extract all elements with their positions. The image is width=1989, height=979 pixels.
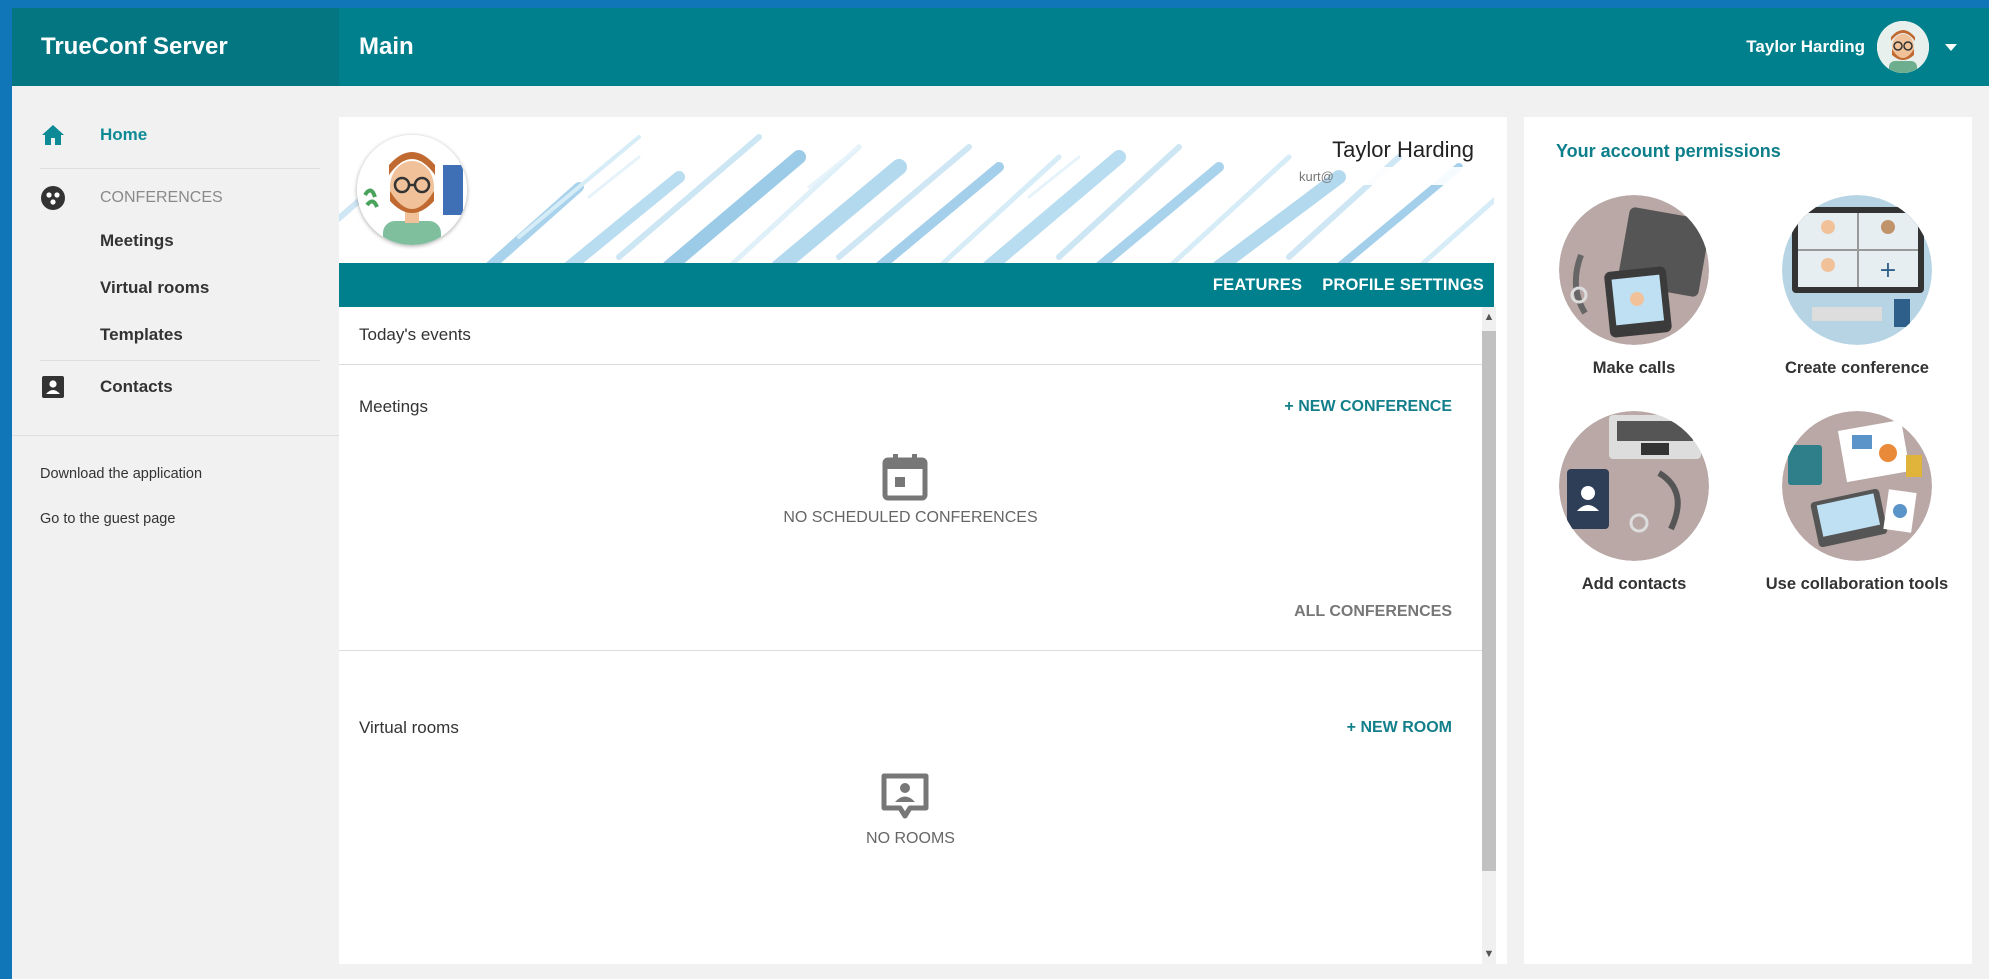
contacts-icon — [40, 374, 66, 400]
divider — [40, 168, 320, 169]
sidebar-section-label: CONFERENCES — [100, 189, 223, 206]
create-conference-illustration: + — [1782, 195, 1932, 345]
sidebar-item-contacts[interactable]: Contacts — [40, 374, 173, 400]
sidebar-item-label: Contacts — [100, 377, 173, 396]
svg-text:+: + — [1879, 258, 1897, 283]
main-card: Taylor Harding kurt@ FEATURES PROFILE SE… — [339, 117, 1507, 964]
avatar-illustration — [357, 135, 467, 245]
events-panel: Today's events Meetings + NEW CONFERENCE… — [339, 307, 1482, 964]
chevron-down-icon[interactable] — [1945, 43, 1957, 51]
avatar[interactable] — [1877, 21, 1929, 73]
permission-collaboration: Use collaboration tools — [1747, 411, 1967, 594]
profile-banner: Taylor Harding kurt@ — [339, 117, 1494, 263]
tab-profile-settings[interactable]: PROFILE SETTINGS — [1322, 276, 1484, 295]
profile-tabbar: FEATURES PROFILE SETTINGS — [339, 263, 1494, 307]
permission-label: Create conference — [1785, 359, 1929, 377]
user-menu[interactable]: Taylor Harding — [1746, 20, 1957, 74]
permission-make-calls: Make calls — [1524, 195, 1744, 378]
divider — [339, 650, 1482, 651]
make-calls-illustration — [1559, 195, 1709, 345]
virtual-rooms-title: Virtual rooms — [359, 718, 459, 737]
collaboration-tools-illustration — [1782, 411, 1932, 561]
sidebar-item-meetings[interactable]: Meetings — [100, 231, 174, 251]
scroll-thumb[interactable] — [1482, 331, 1496, 871]
new-room-button[interactable]: + NEW ROOM — [1347, 719, 1452, 737]
permissions-title: Your account permissions — [1556, 141, 1781, 161]
sidebar-item-virtual-rooms[interactable]: Virtual rooms — [100, 278, 209, 298]
top-bar: TrueConf Server Main Taylor Harding — [12, 8, 1989, 86]
add-contacts-illustration — [1559, 411, 1709, 561]
permissions-card: Your account permissions Make calls + Cr… — [1524, 117, 1972, 964]
scroll-up-icon[interactable]: ▲ — [1482, 309, 1496, 325]
no-conferences-text: NO SCHEDULED CONFERENCES — [783, 509, 1038, 526]
permission-label: Use collaboration tools — [1765, 575, 1949, 593]
calendar-icon — [879, 451, 931, 503]
user-name[interactable]: Taylor Harding — [1746, 37, 1865, 57]
room-icon — [879, 771, 931, 823]
scroll-down-icon[interactable]: ▼ — [1482, 946, 1496, 962]
divider — [339, 364, 1482, 365]
download-app-link[interactable]: Download the application — [40, 466, 202, 482]
page-title: Main — [359, 33, 414, 60]
home-icon — [40, 122, 66, 148]
scrollbar[interactable]: ▲ ▼ — [1482, 307, 1496, 964]
sidebar-item-templates[interactable]: Templates — [100, 325, 183, 345]
avatar-illustration — [1877, 21, 1929, 73]
no-rooms-text: NO ROOMS — [866, 830, 955, 847]
sidebar-item-label: Home — [100, 125, 148, 144]
permission-label: Add contacts — [1581, 575, 1687, 593]
divider — [12, 435, 339, 436]
email-redaction — [1359, 167, 1489, 185]
conferences-icon — [40, 185, 66, 211]
profile-avatar[interactable] — [357, 135, 467, 245]
permission-create-conference: + Create conference — [1747, 195, 1967, 378]
app-window: TrueConf Server Main Taylor Harding Home… — [12, 8, 1989, 979]
brand-logo[interactable]: TrueConf Server — [12, 8, 339, 86]
sidebar-item-home[interactable]: Home — [40, 122, 147, 148]
guest-page-link[interactable]: Go to the guest page — [40, 511, 175, 527]
profile-email: kurt@ — [1299, 169, 1334, 184]
all-conferences-link[interactable]: ALL CONFERENCES — [1294, 603, 1452, 621]
permission-add-contacts: Add contacts — [1524, 411, 1744, 594]
sidebar: Home CONFERENCES Meetings Virtual rooms … — [12, 86, 339, 979]
permission-label: Make calls — [1592, 359, 1676, 377]
tab-features[interactable]: FEATURES — [1213, 276, 1302, 295]
divider — [40, 360, 320, 361]
sidebar-section-conferences: CONFERENCES — [40, 185, 223, 211]
meetings-title: Meetings — [359, 397, 428, 416]
events-title: Today's events — [359, 325, 471, 344]
profile-name: Taylor Harding — [1332, 137, 1474, 162]
new-conference-button[interactable]: + NEW CONFERENCE — [1284, 398, 1452, 416]
banner-stripes — [339, 134, 1494, 263]
